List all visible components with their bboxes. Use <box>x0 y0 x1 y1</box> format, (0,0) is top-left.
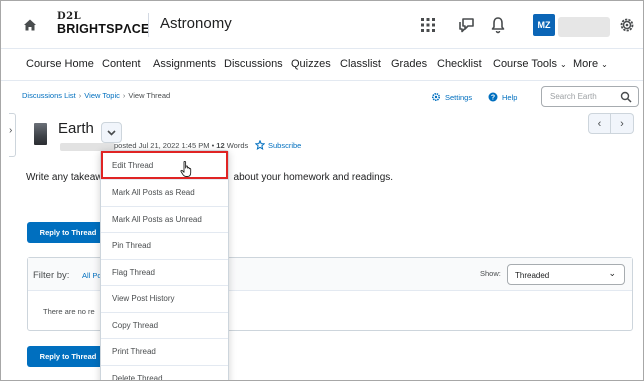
subscribe-link[interactable]: Subscribe <box>255 140 301 150</box>
subscribe-label: Subscribe <box>268 140 302 150</box>
divider <box>148 13 149 37</box>
chevron-down-icon: ⌄ <box>608 268 616 278</box>
avatar[interactable]: MZ <box>533 14 555 36</box>
hand-cursor-icon <box>180 160 192 177</box>
show-label: Show: <box>480 269 501 278</box>
settings-label: Settings <box>445 92 473 102</box>
thread-meta: posted Jul 21, 2022 1:45 PM • 12 Words <box>114 141 248 150</box>
search-icon[interactable] <box>620 91 632 103</box>
nav-grades[interactable]: Grades <box>391 58 427 70</box>
menu-item-pin-thread[interactable]: Pin Thread <box>101 232 228 259</box>
breadcrumb: Discussions List › View Topic › View Thread <box>22 91 170 100</box>
breadcrumb-discussions-list[interactable]: Discussions List <box>22 91 76 100</box>
home-icon[interactable] <box>21 16 39 34</box>
thread-title: Earth <box>58 120 94 137</box>
nav-course-home[interactable]: Course Home <box>26 58 94 70</box>
search-placeholder: Search Earth <box>550 92 597 101</box>
reply-to-thread-button[interactable]: Reply to Thread <box>27 222 109 243</box>
breadcrumb-current: View Thread <box>128 91 171 100</box>
menu-item-flag-thread[interactable]: Flag Thread <box>101 259 228 286</box>
menu-item-delete-thread[interactable]: Delete Thread <box>101 365 228 380</box>
app-window: D2L BRIGHTSPΛCE Astronomy MZ Course Home… <box>0 0 644 381</box>
thread-context-menu-button[interactable] <box>101 122 122 143</box>
chevron-down-icon <box>107 129 116 136</box>
top-bar: D2L BRIGHTSPΛCE Astronomy MZ <box>1 1 643 49</box>
help-link[interactable]: ? Help <box>488 92 517 102</box>
logo-brightspace: BRIGHTSPΛCE <box>57 22 150 36</box>
nav-course-tools[interactable]: Course Tools ⌄ <box>493 58 567 70</box>
breadcrumb-separator: › <box>122 91 126 100</box>
menu-item-mark-all-unread[interactable]: Mark All Posts as Unread <box>101 206 228 233</box>
next-thread-button[interactable]: › <box>611 113 634 134</box>
menu-item-view-post-history[interactable]: View Post History <box>101 285 228 312</box>
posted-date: posted Jul 21, 2022 1:45 PM • <box>114 141 217 150</box>
chevron-down-icon: ⌄ <box>601 60 608 69</box>
nav-classlist[interactable]: Classlist <box>340 58 381 70</box>
svg-text:?: ? <box>491 95 495 102</box>
thread-body-end: about your homework and readings. <box>233 172 394 183</box>
course-navbar: Course Home Content Assignments Discussi… <box>1 49 643 81</box>
course-title[interactable]: Astronomy <box>160 15 232 32</box>
settings-link[interactable]: Settings <box>431 92 472 102</box>
previous-thread-button[interactable]: ‹ <box>588 113 611 134</box>
nav-assignments[interactable]: Assignments <box>153 58 216 70</box>
help-label: Help <box>502 92 518 102</box>
menu-item-edit-thread[interactable]: Edit Thread <box>101 152 228 179</box>
nav-more-label: More <box>573 58 599 70</box>
gear-icon <box>431 92 441 102</box>
bell-icon[interactable] <box>488 15 508 35</box>
logo-d2l: D2L <box>57 11 82 22</box>
nav-checklist[interactable]: Checklist <box>437 58 482 70</box>
help-icon: ? <box>488 92 498 102</box>
waffle-icon[interactable] <box>418 15 438 35</box>
search-input[interactable]: Search Earth <box>541 86 639 107</box>
thread-body-start: Write any takeaw <box>26 172 103 183</box>
filter-all-posts[interactable]: All Po <box>82 271 102 280</box>
menu-item-print-thread[interactable]: Print Thread <box>101 338 228 365</box>
chevron-down-icon: ⌄ <box>560 60 567 69</box>
show-select[interactable]: Threaded ⌄ <box>507 264 625 285</box>
nav-content[interactable]: Content <box>102 58 141 70</box>
user-name-redacted[interactable] <box>558 17 610 37</box>
brightspace-logo[interactable]: D2L BRIGHTSPΛCE <box>57 12 150 36</box>
breadcrumb-separator: › <box>78 91 82 100</box>
nav-quizzes[interactable]: Quizzes <box>291 58 331 70</box>
nav-discussions[interactable]: Discussions <box>224 58 283 70</box>
reply-to-thread-button-bottom[interactable]: Reply to Thread <box>27 346 109 367</box>
thread-context-menu: Edit Thread Mark All Posts as Read Mark … <box>100 150 229 380</box>
gear-icon[interactable] <box>617 15 637 35</box>
filter-label: Filter by: <box>33 270 70 281</box>
breadcrumb-view-topic[interactable]: View Topic <box>84 91 120 100</box>
star-icon <box>255 140 265 150</box>
message-alerts-icon[interactable] <box>457 15 477 35</box>
menu-item-copy-thread[interactable]: Copy Thread <box>101 312 228 339</box>
expand-sidebar-handle[interactable] <box>9 113 16 157</box>
author-avatar <box>34 123 47 145</box>
nav-course-tools-label: Course Tools <box>493 58 557 70</box>
nav-more[interactable]: More ⌄ <box>573 58 608 70</box>
empty-message: There are no re <box>43 307 95 316</box>
menu-item-mark-all-read[interactable]: Mark All Posts as Read <box>101 179 228 206</box>
word-count: 12 <box>216 141 225 150</box>
thread-pager: ‹ › <box>588 113 634 134</box>
words-label: Words <box>224 141 249 150</box>
show-select-value: Threaded <box>515 271 550 280</box>
